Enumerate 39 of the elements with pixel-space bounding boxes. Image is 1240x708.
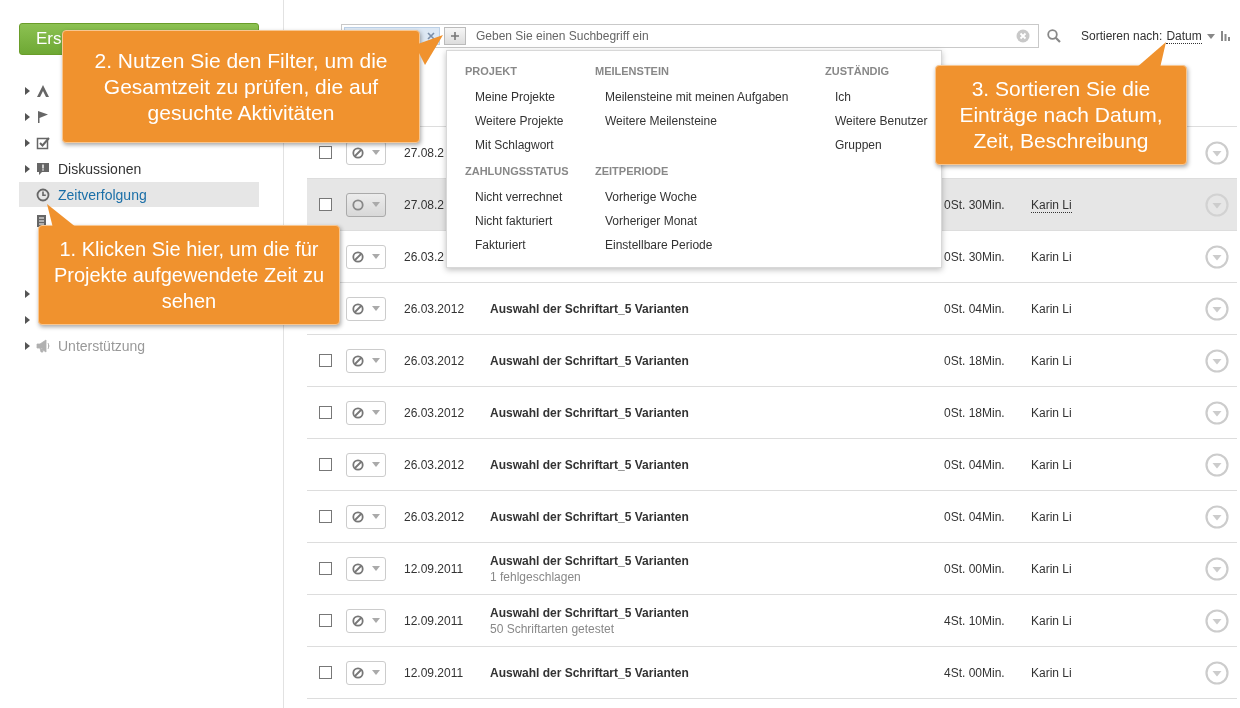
duration-cell: 4St. 00Min. xyxy=(944,665,1005,680)
duration-cell: 0St. 30Min. xyxy=(944,197,1005,212)
date-cell: 27.08.2 xyxy=(404,145,445,160)
menu-heading: PROJEKT xyxy=(465,65,517,77)
entry-note: 50 Schriftarten getestet xyxy=(490,621,616,636)
duration-cell: 4St. 10Min. xyxy=(944,613,1005,628)
entry-title: Auswahl der Schriftart_5 Varianten xyxy=(490,457,690,472)
date-cell: 26.03.2012 xyxy=(404,457,465,472)
entry-title: Auswahl der Schriftart_5 Varianten xyxy=(490,301,690,316)
date-cell: 26.03.2012 xyxy=(404,353,465,368)
menu-heading: ZEITPERIODE xyxy=(595,165,669,177)
entry-title: Auswahl der Schriftart_5 Varianten xyxy=(490,605,690,620)
entry-title: Auswahl der Schriftart_5 Varianten xyxy=(490,509,690,524)
date-cell: 27.08.2 xyxy=(404,197,445,212)
date-cell: 26.03.2012 xyxy=(404,509,465,524)
callout-text: 2. Nutzen Sie den Filter, um die Gesamtzeit zu prüfen, die auf gesuchte Aktivitäten xyxy=(93,47,389,126)
duration-cell: 0St. 04Min. xyxy=(944,457,1005,472)
menu-heading: ZUSTÄNDIG xyxy=(825,65,890,77)
sort-label: Sortieren nach: xyxy=(1081,29,1163,43)
menu-heading: ZAHLUNGSSTATUS xyxy=(465,165,569,177)
duration-cell: 0St. 04Min. xyxy=(944,301,1005,316)
date-cell: 12.09.2011 xyxy=(404,561,464,576)
entry-title: Auswahl der Schriftart_5 Varianten xyxy=(490,353,690,368)
entry-note: 1 fehlgeschlagen xyxy=(490,569,582,584)
duration-cell: 0St. 04Min. xyxy=(944,509,1005,524)
date-cell: 12.09.2011 xyxy=(404,665,464,680)
entry-title: Auswahl der Schriftart_5 Varianten xyxy=(490,665,690,680)
duration-cell: 0St. 00Min. xyxy=(944,561,1005,576)
callout-text: 3. Sortieren Sie die Einträge nach Datum, Zeit, Beschreibung xyxy=(958,76,1164,154)
entry-title: Auswahl der Schriftart_5 Varianten xyxy=(490,405,690,420)
duration-cell: 0St. 18Min. xyxy=(944,405,1005,420)
entry-title: Auswahl der Schriftart_5 Varianten xyxy=(490,553,690,568)
date-cell: 26.03.2012 xyxy=(404,405,465,420)
duration-cell: 0St. 18Min. xyxy=(944,353,1005,368)
menu-heading: MEILENSTEIN xyxy=(595,65,669,77)
date-cell: 26.03.2 xyxy=(404,249,445,264)
duration-cell: 0St. 30Min. xyxy=(944,249,1005,264)
date-cell: 12.09.2011 xyxy=(404,613,464,628)
date-cell: 26.03.2012 xyxy=(404,301,465,316)
